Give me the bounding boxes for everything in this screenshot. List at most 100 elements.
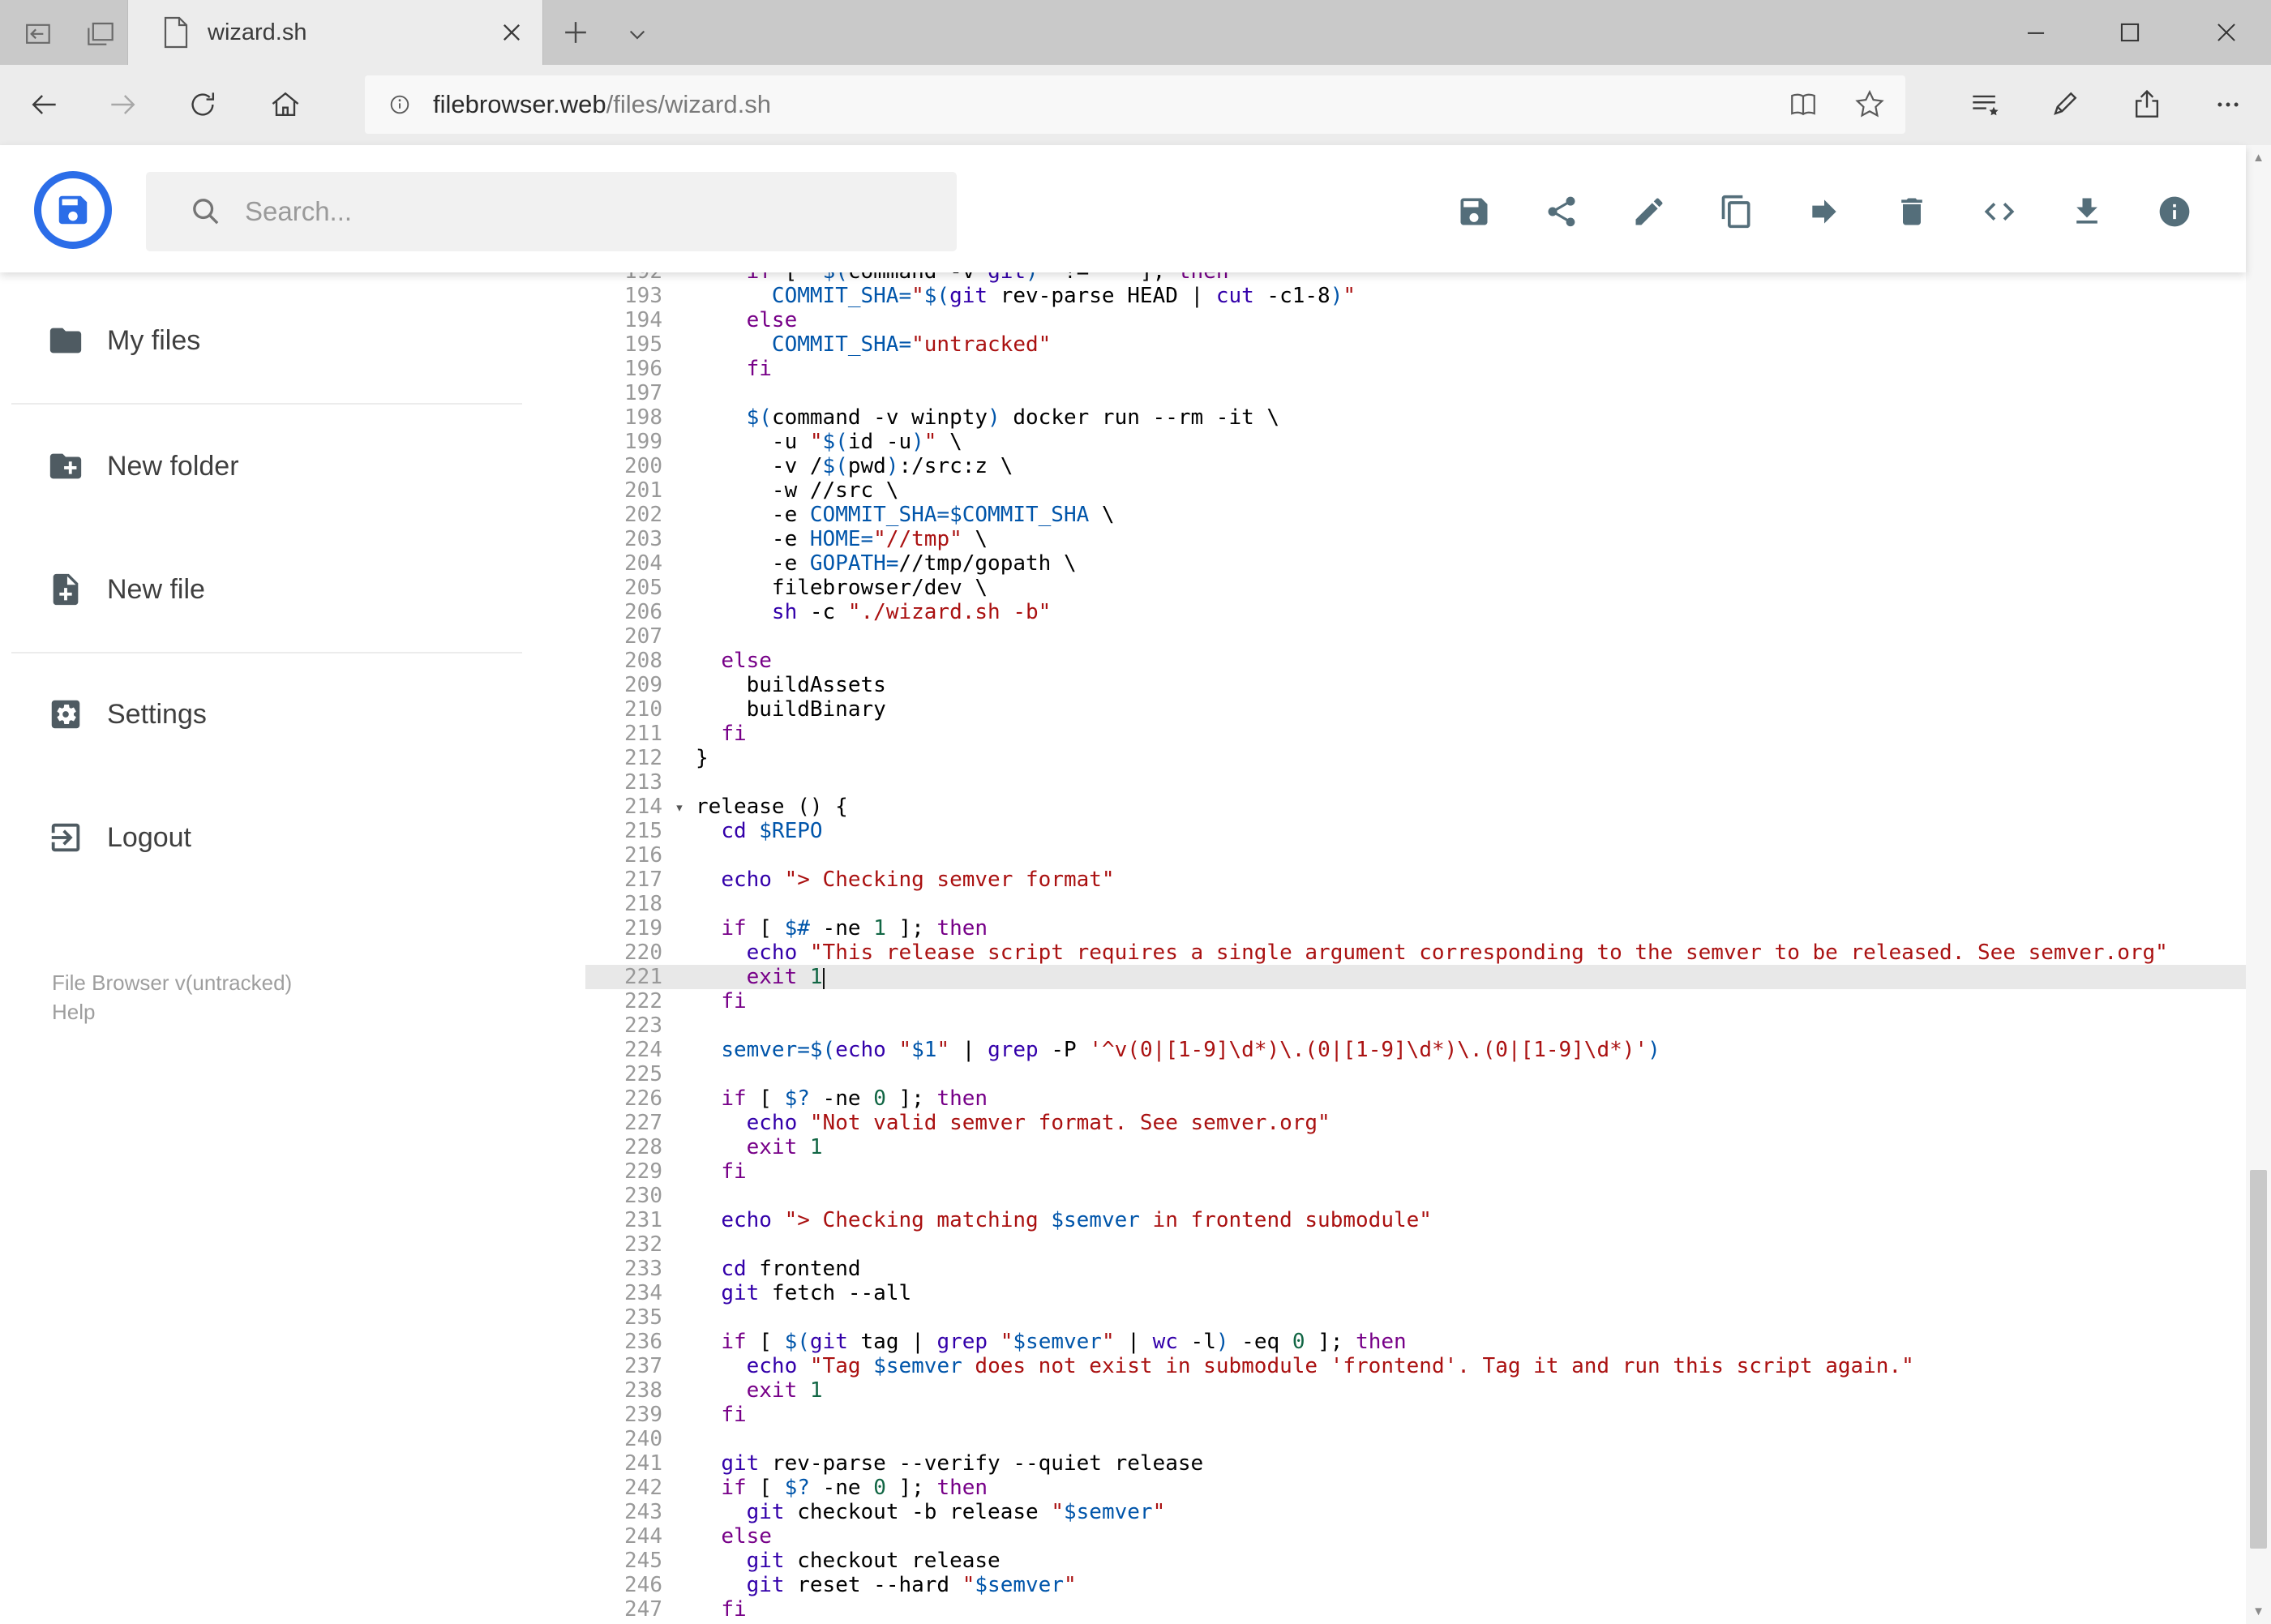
sidebar-item-logout[interactable]: Logout bbox=[0, 801, 568, 874]
code-line[interactable]: 197 bbox=[585, 381, 2246, 405]
sidebar-item-settings[interactable]: Settings bbox=[0, 678, 568, 751]
sidebar-item-new-folder[interactable]: New folder bbox=[0, 430, 568, 503]
site-info-icon[interactable] bbox=[384, 89, 415, 120]
code-line[interactable]: 204 -e GOPATH=//tmp/gopath \ bbox=[585, 551, 2246, 576]
address-bar[interactable]: filebrowser.web/files/wizard.sh bbox=[365, 75, 1905, 134]
search-input[interactable] bbox=[243, 195, 911, 228]
code-line[interactable]: 211 fi bbox=[585, 722, 2246, 746]
filebrowser-logo-icon[interactable] bbox=[34, 171, 112, 249]
code-line[interactable]: 200 -v /$(pwd):/src:z \ bbox=[585, 454, 2246, 478]
forward-icon[interactable] bbox=[105, 87, 141, 122]
code-line[interactable]: 223 bbox=[585, 1013, 2246, 1038]
code-line[interactable]: 208 else bbox=[585, 649, 2246, 673]
close-button[interactable] bbox=[2209, 15, 2244, 50]
code-line[interactable]: 216 bbox=[585, 843, 2246, 868]
fold-marker-icon[interactable]: ▾ bbox=[669, 795, 690, 819]
save-icon[interactable] bbox=[1456, 194, 1492, 229]
code-editor[interactable]: 192 if [ "$(command -v git)" != "" ]; th… bbox=[585, 272, 2246, 1624]
scroll-up-icon[interactable]: ▲ bbox=[2246, 145, 2271, 170]
code-line[interactable]: 240 bbox=[585, 1427, 2246, 1451]
scrollbar[interactable]: ▲ ▼ bbox=[2246, 145, 2271, 1624]
code-line[interactable]: 230 bbox=[585, 1184, 2246, 1208]
code-line[interactable]: 221 exit 1 bbox=[585, 965, 2246, 989]
share-file-icon[interactable] bbox=[1544, 194, 1579, 229]
code-line[interactable]: 195 COMMIT_SHA="untracked" bbox=[585, 332, 2246, 357]
search-box[interactable] bbox=[146, 172, 957, 251]
delete-icon[interactable] bbox=[1894, 194, 1930, 229]
sidebar-item-my-files[interactable]: My files bbox=[0, 304, 568, 377]
code-line[interactable]: 202 -e COMMIT_SHA=$COMMIT_SHA \ bbox=[585, 503, 2246, 527]
home-icon[interactable] bbox=[268, 87, 303, 122]
code-line[interactable]: 247 fi bbox=[585, 1597, 2246, 1622]
help-link[interactable]: Help bbox=[52, 997, 292, 1026]
code-line[interactable]: 205 filebrowser/dev \ bbox=[585, 576, 2246, 600]
new-tab-button[interactable] bbox=[558, 15, 593, 50]
refresh-icon[interactable] bbox=[185, 87, 221, 122]
code-line[interactable]: 206 sh -c "./wizard.sh -b" bbox=[585, 600, 2246, 624]
code-line[interactable]: 203 -e HOME="//tmp" \ bbox=[585, 527, 2246, 551]
sidebar-item-new-file[interactable]: New file bbox=[0, 553, 568, 626]
scrollbar-thumb[interactable] bbox=[2250, 1170, 2267, 1549]
code-line[interactable]: 237 echo "Tag $semver does not exist in … bbox=[585, 1354, 2246, 1378]
set-tabs-aside-icon[interactable] bbox=[19, 15, 55, 50]
code-line[interactable]: 215 cd $REPO bbox=[585, 819, 2246, 843]
code-line[interactable]: 228 exit 1 bbox=[585, 1135, 2246, 1159]
code-line[interactable]: 192 if [ "$(command -v git)" != "" ]; th… bbox=[585, 272, 2246, 284]
code-line[interactable]: 218 bbox=[585, 892, 2246, 916]
code-line[interactable]: 242 if [ $? -ne 0 ]; then bbox=[585, 1476, 2246, 1500]
browser-tab[interactable]: wizard.sh bbox=[127, 0, 543, 65]
code-line[interactable]: 199 -u "$(id -u)" \ bbox=[585, 430, 2246, 454]
code-line[interactable]: 245 git checkout release bbox=[585, 1549, 2246, 1573]
code-line[interactable]: 243 git checkout -b release "$semver" bbox=[585, 1500, 2246, 1524]
code-line[interactable]: 235 bbox=[585, 1305, 2246, 1330]
code-line[interactable]: 225 bbox=[585, 1062, 2246, 1086]
code-line[interactable]: 220 echo "This release script requires a… bbox=[585, 941, 2246, 965]
code-line[interactable]: 239 fi bbox=[585, 1403, 2246, 1427]
code-view-icon[interactable] bbox=[1982, 194, 2017, 229]
code-line[interactable]: 212} bbox=[585, 746, 2246, 770]
minimize-button[interactable] bbox=[2018, 15, 2054, 50]
more-options-icon[interactable] bbox=[2210, 87, 2246, 122]
edit-icon[interactable] bbox=[1631, 194, 1667, 229]
move-icon[interactable] bbox=[1806, 194, 1842, 229]
code-line[interactable]: 238 exit 1 bbox=[585, 1378, 2246, 1403]
web-note-pen-icon[interactable] bbox=[2046, 87, 2082, 122]
code-line[interactable]: 226 if [ $? -ne 0 ]; then bbox=[585, 1086, 2246, 1111]
code-line[interactable]: 194 else bbox=[585, 308, 2246, 332]
code-line[interactable]: 198 $(command -v winpty) docker run --rm… bbox=[585, 405, 2246, 430]
code-line[interactable]: 196 fi bbox=[585, 357, 2246, 381]
code-line[interactable]: 193 COMMIT_SHA="$(git rev-parse HEAD | c… bbox=[585, 284, 2246, 308]
tab-close-icon[interactable] bbox=[494, 15, 529, 50]
code-line[interactable]: 224 semver=$(echo "$1" | grep -P '^v(0|[… bbox=[585, 1038, 2246, 1062]
code-line[interactable]: 213 bbox=[585, 770, 2246, 795]
code-line[interactable]: 219 if [ $# -ne 1 ]; then bbox=[585, 916, 2246, 941]
code-line[interactable]: 244 else bbox=[585, 1524, 2246, 1549]
tab-list-chevron[interactable] bbox=[621, 18, 653, 50]
code-line[interactable]: 227 echo "Not valid semver format. See s… bbox=[585, 1111, 2246, 1135]
download-icon[interactable] bbox=[2069, 194, 2105, 229]
info-icon[interactable] bbox=[2157, 194, 2192, 229]
code-line[interactable]: 210 buildBinary bbox=[585, 697, 2246, 722]
code-line[interactable]: 241 git rev-parse --verify --quiet relea… bbox=[585, 1451, 2246, 1476]
code-line[interactable]: 214 ▾ release () { bbox=[585, 795, 2246, 819]
favorite-star-icon[interactable] bbox=[1852, 87, 1888, 122]
code-line[interactable]: 222 fi bbox=[585, 989, 2246, 1013]
code-line[interactable]: 207 bbox=[585, 624, 2246, 649]
share-icon[interactable] bbox=[2129, 87, 2165, 122]
reading-view-icon[interactable] bbox=[1785, 87, 1821, 122]
code-line[interactable]: 233 cd frontend bbox=[585, 1257, 2246, 1281]
code-line[interactable]: 234 git fetch --all bbox=[585, 1281, 2246, 1305]
code-line[interactable]: 229 fi bbox=[585, 1159, 2246, 1184]
code-line[interactable]: 201 -w //src \ bbox=[585, 478, 2246, 503]
copy-icon[interactable] bbox=[1719, 194, 1755, 229]
code-line[interactable]: 231 echo "> Checking matching $semver in… bbox=[585, 1208, 2246, 1232]
maximize-button[interactable] bbox=[2112, 15, 2148, 50]
code-line[interactable]: 209 buildAssets bbox=[585, 673, 2246, 697]
code-line[interactable]: 236 if [ $(git tag | grep "$semver" | wc… bbox=[585, 1330, 2246, 1354]
code-line[interactable]: 232 bbox=[585, 1232, 2246, 1257]
code-line[interactable]: 217 echo "> Checking semver format" bbox=[585, 868, 2246, 892]
code-line[interactable]: 246 git reset --hard "$semver" bbox=[585, 1573, 2246, 1597]
back-icon[interactable] bbox=[26, 87, 62, 122]
scroll-down-icon[interactable]: ▼ bbox=[2246, 1599, 2271, 1624]
hub-icon[interactable] bbox=[1967, 87, 2003, 122]
